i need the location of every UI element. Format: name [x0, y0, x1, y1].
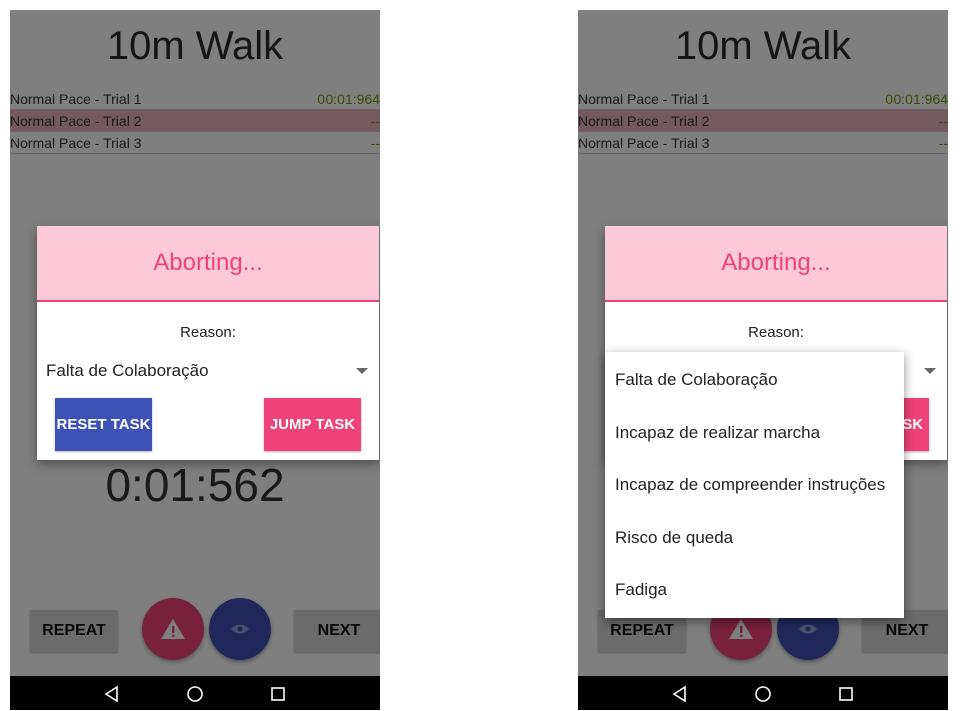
- dropdown-option[interactable]: Risco de queda: [605, 512, 904, 565]
- phone-screen-right: 10m Walk Normal Pace - Trial 1 0 0:01:96…: [578, 10, 948, 710]
- nav-recents-icon[interactable]: [837, 685, 855, 703]
- nav-home-icon[interactable]: [186, 685, 204, 703]
- dropdown-option[interactable]: Incapaz de realizar marcha: [605, 407, 904, 460]
- system-nav-bar: [10, 676, 380, 710]
- reset-task-button[interactable]: RESET TASK: [55, 398, 152, 451]
- nav-back-icon[interactable]: [671, 685, 689, 703]
- reason-label: Reason:: [180, 324, 236, 341]
- reason-selected-value: Falta de Colaboração: [46, 361, 209, 380]
- nav-recents-icon[interactable]: [269, 685, 287, 703]
- nav-home-icon[interactable]: [754, 685, 772, 703]
- dropdown-option[interactable]: Incapaz de compreender instruções: [605, 459, 904, 512]
- dialog-title: Aborting...: [37, 226, 379, 302]
- system-nav-bar: [578, 676, 948, 710]
- dropdown-option[interactable]: Falta de Colaboração: [605, 354, 904, 407]
- dropdown-arrow-icon: [356, 368, 368, 374]
- dialog-title: Aborting...: [605, 226, 947, 302]
- dropdown-option[interactable]: Fadiga: [605, 564, 904, 617]
- abort-dialog: Aborting... Reason: Falta de Colaboração…: [37, 226, 379, 460]
- nav-back-icon[interactable]: [103, 685, 121, 703]
- dropdown-arrow-icon: [924, 368, 936, 374]
- jump-task-button[interactable]: JUMP TASK: [264, 398, 361, 451]
- phone-screen-left: 10m Walk Normal Pace - Trial 1 0 0:01:96…: [10, 10, 380, 710]
- reason-label: Reason:: [748, 324, 804, 341]
- reason-select[interactable]: Falta de Colaboração: [46, 358, 368, 384]
- reason-dropdown-menu: Falta de Colaboração Incapaz de realizar…: [605, 352, 904, 618]
